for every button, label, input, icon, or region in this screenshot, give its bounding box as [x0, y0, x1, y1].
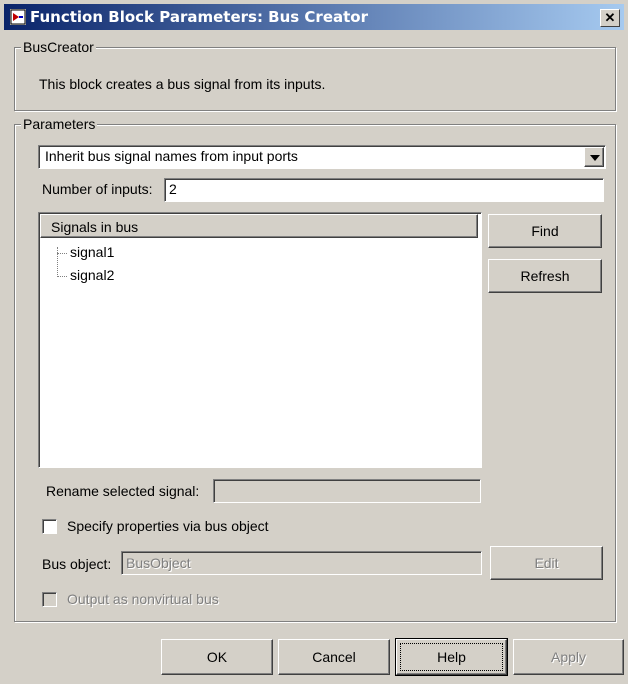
find-button[interactable]: Find: [488, 214, 602, 248]
refresh-button-label: Refresh: [520, 268, 570, 284]
signals-header-label: Signals in bus: [51, 219, 139, 235]
cancel-button-label: Cancel: [312, 649, 356, 665]
signals-list-header[interactable]: Signals in bus: [40, 214, 478, 238]
output-nonvirtual-checkbox[interactable]: [42, 592, 57, 607]
find-button-label: Find: [531, 223, 559, 239]
tree-connector: [57, 247, 58, 277]
refresh-button[interactable]: Refresh: [488, 259, 602, 293]
cancel-button[interactable]: Cancel: [278, 639, 390, 675]
block-group-legend: BusCreator: [21, 39, 96, 55]
parameters-group-legend: Parameters: [21, 116, 98, 132]
rename-signal-label: Rename selected signal:: [46, 483, 200, 499]
dialog-window: Function Block Parameters: Bus Creator ✕…: [0, 0, 628, 684]
tree-connector: [57, 253, 67, 254]
close-icon: ✕: [604, 10, 616, 25]
specify-properties-label: Specify properties via bus object: [67, 518, 269, 534]
help-button[interactable]: Help: [395, 638, 508, 676]
edit-button[interactable]: Edit: [490, 546, 603, 580]
simulink-block-icon: [10, 9, 26, 25]
block-description-text: This block creates a bus signal from its…: [39, 76, 326, 92]
signal-item[interactable]: signal1: [70, 244, 114, 260]
edit-button-label: Edit: [534, 555, 559, 571]
specify-properties-checkbox[interactable]: [42, 519, 57, 534]
chevron-down-icon: [590, 155, 600, 161]
output-nonvirtual-label: Output as nonvirtual bus: [67, 591, 219, 607]
signal-item[interactable]: signal2: [70, 267, 114, 283]
num-inputs-value: 2: [169, 181, 177, 197]
close-button[interactable]: ✕: [600, 9, 620, 27]
rename-signal-field[interactable]: [213, 479, 481, 503]
apply-button-label: Apply: [550, 649, 587, 665]
ok-button[interactable]: OK: [161, 639, 273, 675]
dropdown-arrow-button[interactable]: [584, 147, 604, 167]
bus-object-value: BusObject: [126, 555, 191, 571]
inherit-names-value: Inherit bus signal names from input port…: [45, 148, 298, 164]
apply-button[interactable]: Apply: [513, 639, 624, 675]
num-inputs-field[interactable]: 2: [164, 178, 604, 202]
signals-list[interactable]: Signals in bus signal1 signal2: [38, 212, 482, 468]
bus-object-label: Bus object:: [42, 556, 112, 572]
focus-rect: [400, 643, 503, 671]
bus-object-field[interactable]: BusObject: [121, 551, 482, 575]
num-inputs-label: Number of inputs:: [42, 181, 153, 197]
inherit-names-dropdown[interactable]: Inherit bus signal names from input port…: [38, 145, 606, 169]
window-title: Function Block Parameters: Bus Creator: [30, 8, 368, 26]
block-description-group: BusCreator This block creates a bus sign…: [14, 39, 616, 111]
ok-button-label: OK: [206, 649, 228, 665]
title-bar[interactable]: Function Block Parameters: Bus Creator ✕: [4, 4, 624, 30]
tree-connector: [57, 276, 67, 277]
